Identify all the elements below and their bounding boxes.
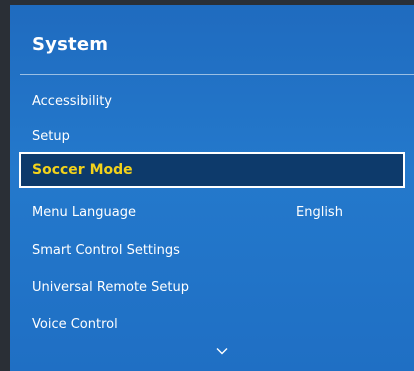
menu-item-voice-control[interactable]: Voice Control	[32, 315, 118, 335]
menu-item-universal-remote-setup[interactable]: Universal Remote Setup	[32, 278, 189, 298]
menu-item-menu-language[interactable]: Menu Language	[32, 203, 136, 223]
menu-title: System	[32, 34, 109, 55]
menu-item-setup[interactable]: Setup	[32, 127, 70, 147]
menu-item-soccer-mode[interactable]: Soccer Mode	[19, 152, 405, 188]
menu-item-accessibility[interactable]: Accessibility	[32, 92, 112, 112]
system-menu-panel: System Accessibility Setup Soccer Mode M…	[10, 5, 414, 371]
menu-item-label: Soccer Mode	[32, 162, 133, 178]
menu-language-value: English	[296, 205, 343, 220]
chevron-down-icon[interactable]	[216, 345, 228, 357]
menu-item-smart-control-settings[interactable]: Smart Control Settings	[32, 241, 180, 261]
title-divider	[20, 74, 414, 75]
